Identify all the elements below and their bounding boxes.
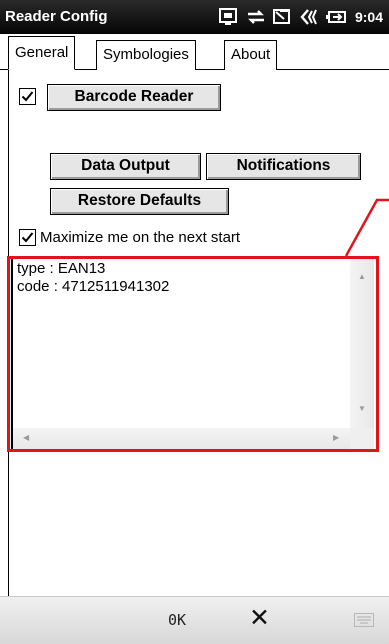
barcode-reader-button[interactable]: Barcode Reader <box>47 84 221 111</box>
volume-icon[interactable] <box>299 7 321 27</box>
sync-icon[interactable] <box>245 7 267 27</box>
message-icon[interactable] <box>272 7 294 27</box>
maximize-checkbox[interactable] <box>19 229 36 246</box>
clock[interactable]: 9:04 <box>355 9 383 25</box>
tab-strip: General Symbologies About <box>0 34 389 70</box>
notifications-button[interactable]: Notifications <box>206 153 361 180</box>
data-output-button[interactable]: Data Output <box>50 153 201 180</box>
tab-symbologies[interactable]: Symbologies <box>96 40 196 70</box>
check-icon <box>21 232 34 243</box>
barcode-reader-checkbox[interactable] <box>19 88 36 105</box>
highlight-box <box>7 256 379 452</box>
bottom-bar: 0K ✕ <box>0 596 389 644</box>
title-bar: Reader Config 9:04 <box>0 0 389 34</box>
close-button[interactable]: ✕ <box>249 603 270 632</box>
maximize-label: Maximize me on the next start <box>40 229 241 246</box>
keyboard-icon[interactable] <box>354 613 374 627</box>
ok-button[interactable]: 0K <box>168 611 186 629</box>
screen-icon[interactable] <box>218 7 240 27</box>
app-title: Reader Config <box>5 8 108 25</box>
tab-general[interactable]: General <box>8 36 76 70</box>
battery-icon[interactable] <box>325 7 348 27</box>
restore-defaults-button[interactable]: Restore Defaults <box>50 188 229 215</box>
check-icon <box>21 91 34 102</box>
status-area: 9:04 <box>218 5 383 29</box>
tab-about[interactable]: About <box>224 40 278 70</box>
